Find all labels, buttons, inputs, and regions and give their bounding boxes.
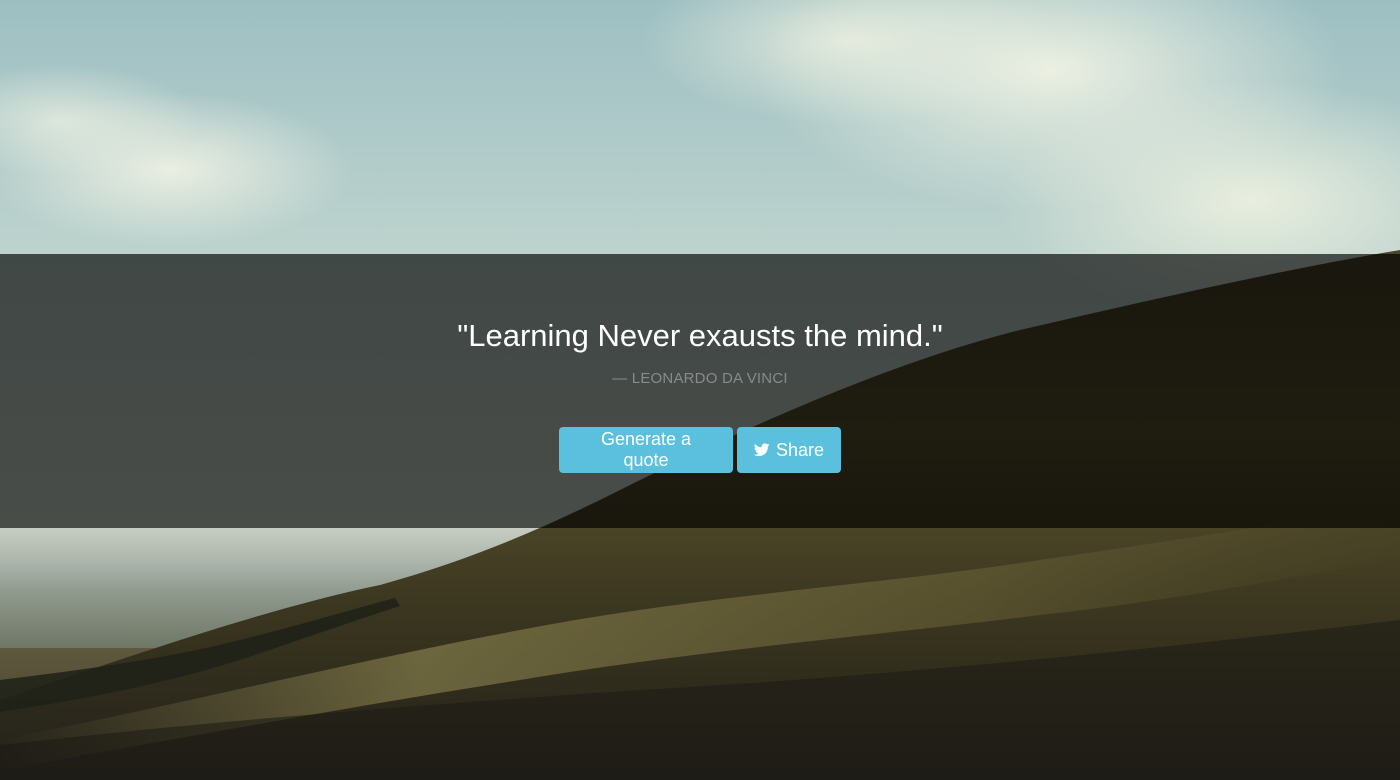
twitter-bird-icon [754,443,770,457]
generate-quote-button[interactable]: Generate a quote [559,427,733,473]
quote-author: — LEONARDO DA VINCI [612,370,788,387]
button-group: Generate a quote Share [0,427,1400,473]
generate-quote-label: Generate a quote [600,429,692,470]
share-button[interactable]: Share [737,427,841,473]
quote-text: "Learning Never exausts the mind." [457,318,943,353]
quote-overlay: "Learning Never exausts the mind." — LEO… [0,254,1400,528]
share-label: Share [775,439,824,460]
